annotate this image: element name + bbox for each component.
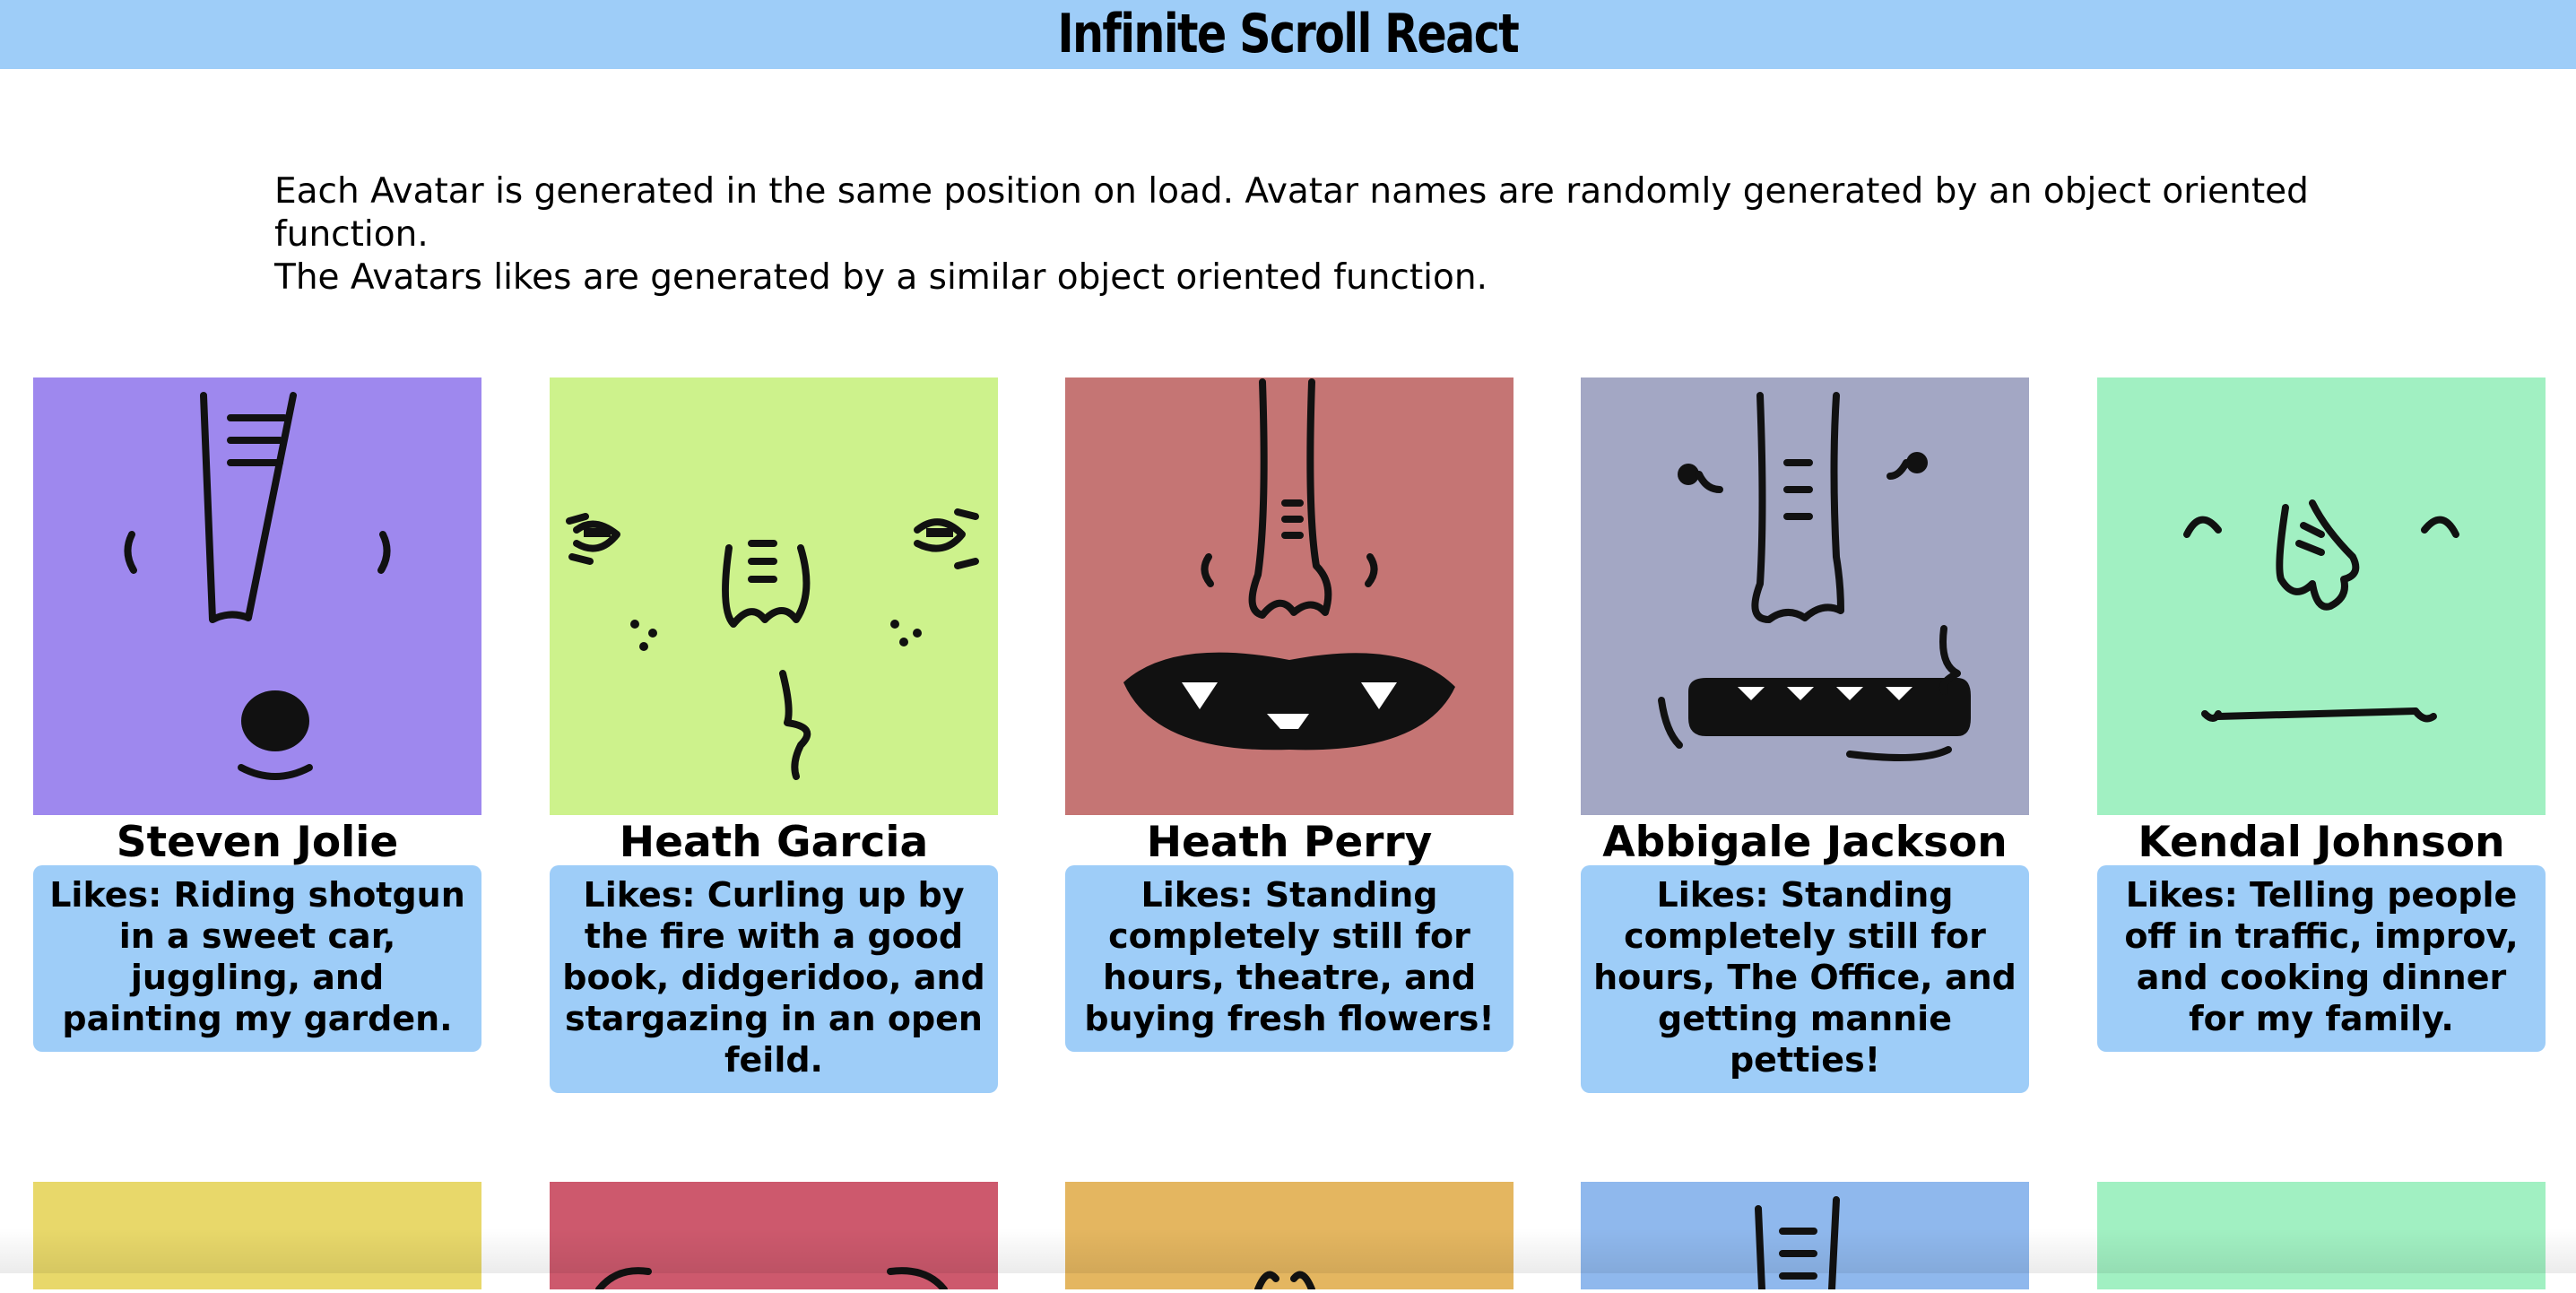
- intro-line-2: The Avatars likes are generated by a sim…: [274, 257, 1487, 298]
- avatar-card-partial: [2097, 1182, 2546, 1289]
- avatar-likes: Likes: Telling people off in traffic, im…: [2097, 865, 2546, 1052]
- avatar-card: Abbigale Jackson Likes: Standing complet…: [1581, 377, 2029, 1093]
- avatar-likes: Likes: Riding shotgun in a sweet car, ju…: [33, 865, 481, 1052]
- avatar-name: Kendal Johnson: [2097, 815, 2546, 869]
- page-header: Infinite Scroll React: [0, 0, 2576, 69]
- avatar-name: Heath Garcia: [550, 815, 998, 869]
- avatar-likes: Likes: Standing completely still for hou…: [1581, 865, 2029, 1093]
- avatar-face-image: [1581, 377, 2029, 815]
- avatar-card: Steven Jolie Likes: Riding shotgun in a …: [33, 377, 481, 1052]
- avatar-card-partial: [33, 1182, 481, 1289]
- avatar-name: Heath Perry: [1065, 815, 1514, 869]
- avatar-face-image: [2097, 377, 2546, 815]
- avatar-name: Abbigale Jackson: [1581, 815, 2029, 869]
- avatar-face-image: [1065, 377, 1514, 815]
- avatar-card-partial: [1065, 1182, 1514, 1293]
- avatar-card: Heath Perry Likes: Standing completely s…: [1065, 377, 1514, 1052]
- avatar-card-partial: [550, 1182, 998, 1293]
- avatar-likes: Likes: Standing completely still for hou…: [1065, 865, 1514, 1052]
- avatar-face-image: [1254, 1271, 1315, 1293]
- intro-line-1: Each Avatar is generated in the same pos…: [274, 171, 2309, 255]
- intro-text: Each Avatar is generated in the same pos…: [274, 170, 2337, 299]
- avatar-name: Steven Jolie: [33, 815, 481, 869]
- avatar-face-image: [1755, 1196, 1840, 1293]
- page-title: Infinite Scroll React: [1057, 3, 1520, 65]
- avatar-card: Kendal Johnson Likes: Telling people off…: [2097, 377, 2546, 1052]
- avatar-card: Heath Garcia Likes: Curling up by the fi…: [550, 377, 998, 1093]
- avatar-face-image: [33, 377, 481, 815]
- avatar-face-image: [550, 377, 998, 815]
- avatar-face-image: [595, 1267, 948, 1293]
- avatar-card-partial: [1581, 1182, 2029, 1293]
- avatar-likes: Likes: Curling up by the fire with a goo…: [550, 865, 998, 1093]
